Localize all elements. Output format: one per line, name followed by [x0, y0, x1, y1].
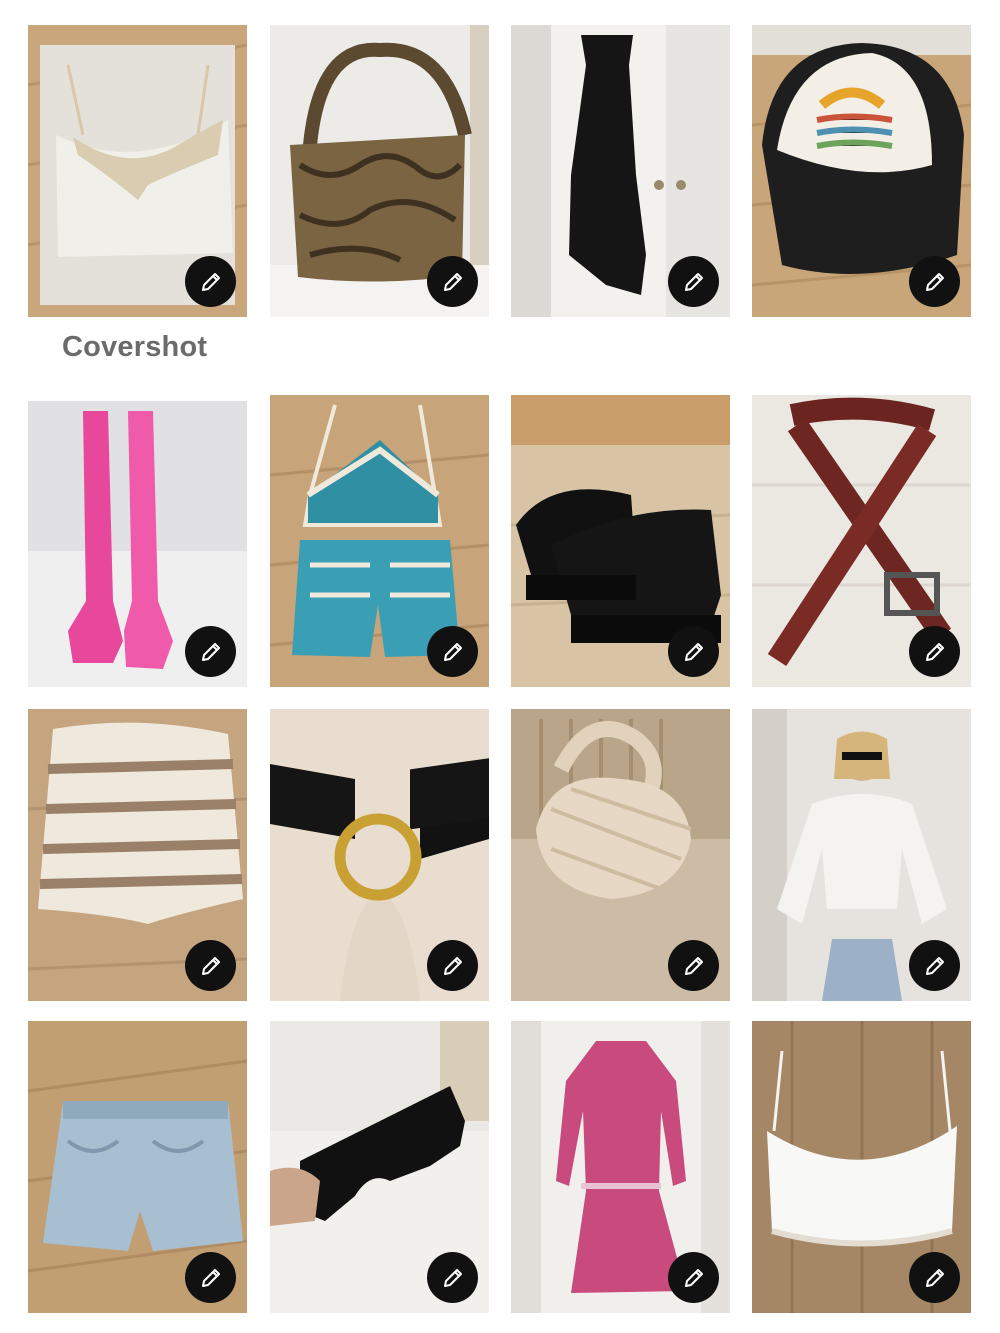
listing-tile[interactable] — [28, 709, 247, 1001]
pencil-icon — [201, 642, 220, 661]
listing-tile[interactable] — [28, 401, 247, 687]
pencil-icon — [443, 642, 462, 661]
edit-button[interactable] — [427, 256, 478, 307]
pencil-icon — [201, 956, 220, 975]
pencil-icon — [925, 272, 944, 291]
pencil-icon — [201, 1268, 220, 1287]
listing-tile[interactable] — [270, 25, 489, 317]
pencil-icon — [684, 1268, 703, 1287]
edit-button[interactable] — [427, 940, 478, 991]
pencil-icon — [925, 1268, 944, 1287]
listing-tile[interactable] — [752, 25, 971, 317]
listing-tile[interactable] — [270, 395, 489, 687]
edit-button[interactable] — [909, 626, 960, 677]
listing-tile[interactable] — [752, 395, 971, 687]
pencil-icon — [925, 956, 944, 975]
covershot-label: Covershot — [62, 331, 208, 363]
listing-tile[interactable] — [270, 1021, 489, 1313]
edit-button[interactable] — [909, 940, 960, 991]
listing-tile[interactable] — [28, 1021, 247, 1313]
edit-button[interactable] — [668, 256, 719, 307]
pencil-icon — [925, 642, 944, 661]
edit-button[interactable] — [668, 626, 719, 677]
listing-tile[interactable] — [752, 1021, 971, 1313]
pencil-icon — [684, 272, 703, 291]
edit-button[interactable] — [185, 626, 236, 677]
edit-button[interactable] — [185, 256, 236, 307]
edit-button[interactable] — [185, 1252, 236, 1303]
edit-button[interactable] — [668, 1252, 719, 1303]
edit-button[interactable] — [185, 940, 236, 991]
listing-tile[interactable] — [270, 709, 489, 1001]
edit-button[interactable] — [427, 626, 478, 677]
pencil-icon — [443, 956, 462, 975]
listing-tile[interactable] — [752, 709, 971, 1001]
edit-button[interactable] — [909, 1252, 960, 1303]
edit-button[interactable] — [668, 940, 719, 991]
pencil-icon — [443, 1268, 462, 1287]
pencil-icon — [201, 272, 220, 291]
pencil-icon — [443, 272, 462, 291]
listing-tile[interactable] — [28, 25, 247, 317]
listing-tile[interactable] — [511, 709, 730, 1001]
edit-button[interactable] — [909, 256, 960, 307]
pencil-icon — [684, 956, 703, 975]
edit-button[interactable] — [427, 1252, 478, 1303]
listing-tile[interactable] — [511, 25, 730, 317]
pencil-icon — [684, 642, 703, 661]
listing-tile[interactable] — [511, 1021, 730, 1313]
listing-tile[interactable] — [511, 395, 730, 687]
